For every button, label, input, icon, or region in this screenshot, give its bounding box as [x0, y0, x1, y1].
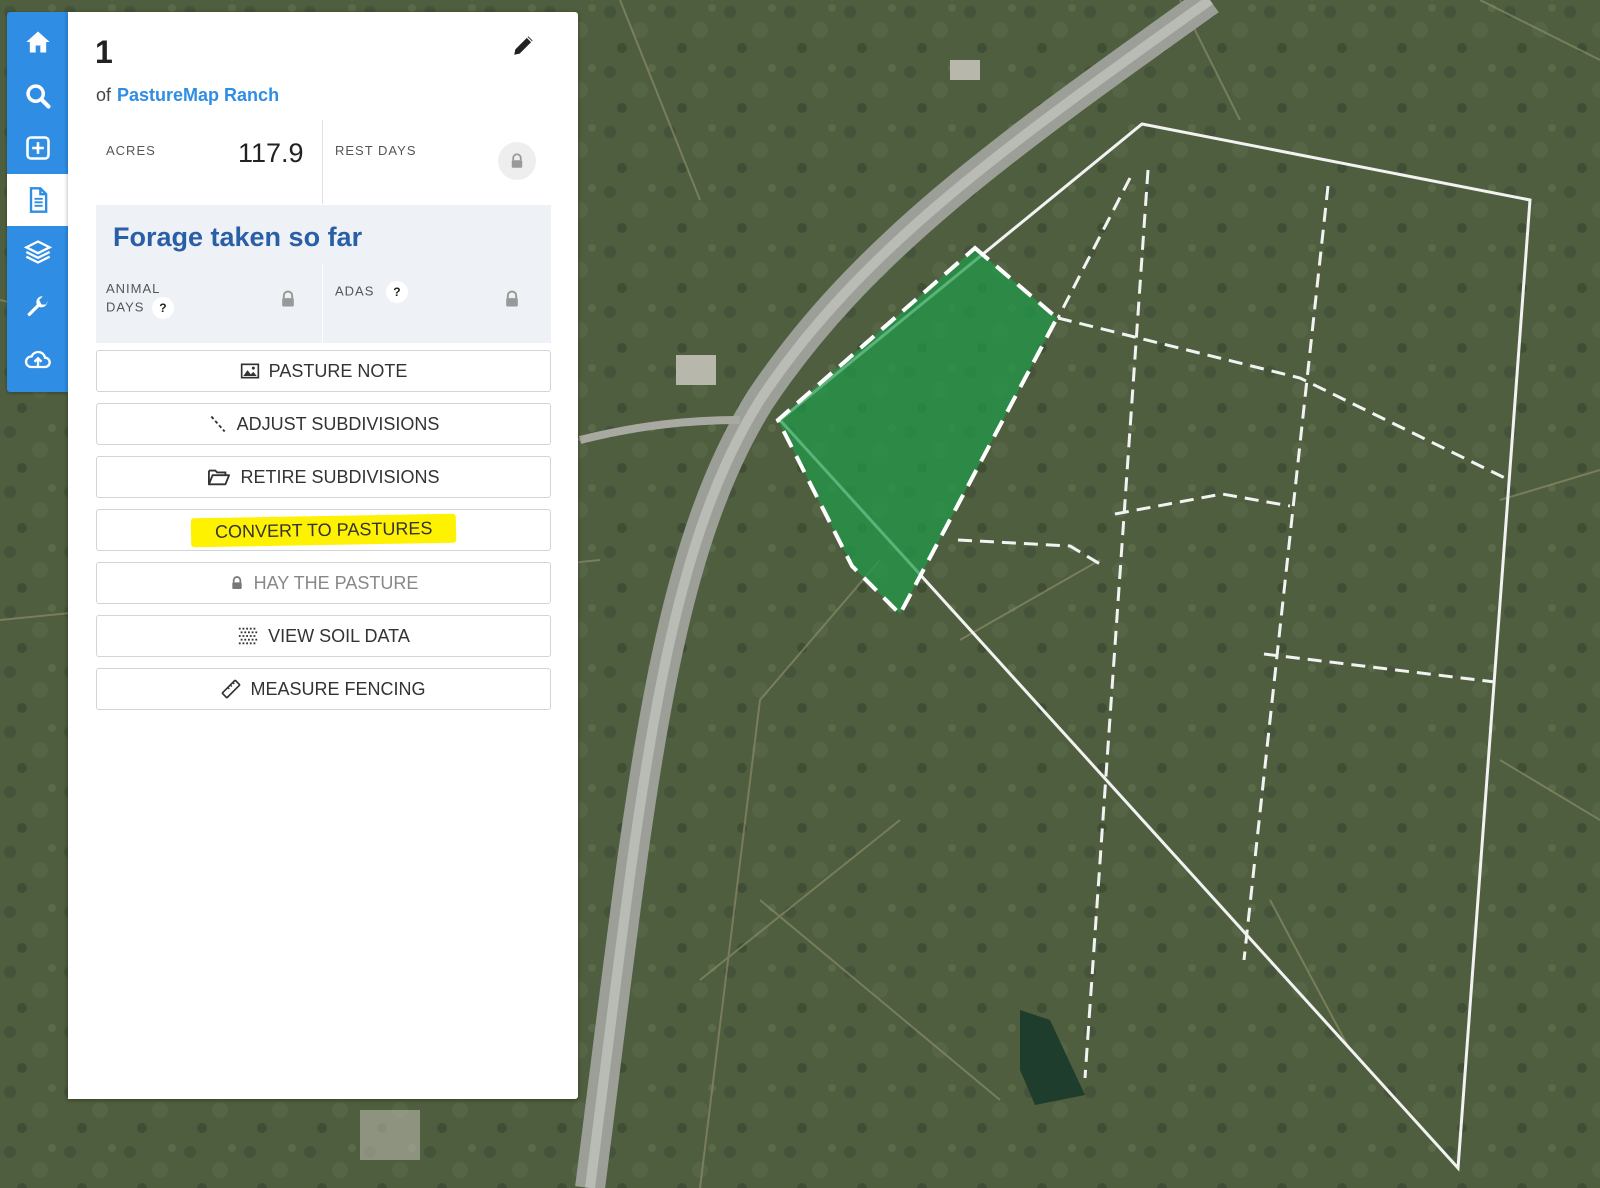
add-button[interactable] [7, 122, 68, 174]
main-toolbar [7, 12, 68, 392]
lock-icon [511, 153, 523, 168]
folder-open-icon [208, 469, 231, 486]
pasture-note-button[interactable]: PASTURE NOTE [96, 350, 551, 392]
rest-days-label: REST DAYS [335, 143, 417, 158]
animal-days-label: ANIMAL DAYS? [106, 281, 175, 319]
image-icon [240, 363, 259, 379]
of-label: of [96, 85, 112, 105]
layers-button[interactable] [7, 226, 68, 278]
ruler-icon [222, 679, 241, 699]
adas-locked[interactable] [502, 289, 522, 309]
wrench-icon [27, 296, 47, 317]
stats-divider [322, 120, 323, 204]
forage-section: Forage taken so far ANIMAL DAYS? ADAS? [96, 205, 551, 343]
adjust-subdivisions-button[interactable]: ADJUST SUBDIVISIONS [96, 403, 551, 445]
pasture-details-button[interactable] [7, 174, 68, 226]
pasture-note-label: PASTURE NOTE [268, 360, 408, 381]
animal-days-locked[interactable] [278, 289, 298, 309]
adjust-subdivisions-label: ADJUST SUBDIVISIONS [236, 413, 440, 434]
animal-days-line2: DAYS [106, 299, 145, 315]
search-icon [25, 84, 51, 109]
hay-the-pasture-label: HAY THE PASTURE [253, 572, 419, 593]
pasture-ranch-line: of PastureMap Ranch [96, 85, 279, 106]
pasture-name: 1 [95, 34, 113, 70]
rest-days-locked[interactable] [498, 142, 536, 180]
forage-divider [322, 263, 323, 343]
adas-text: ADAS [335, 283, 375, 299]
animal-days-line1: ANIMAL [106, 281, 161, 296]
convert-to-pastures-label: CONVERT TO PASTURES [190, 513, 457, 547]
view-soil-data-button[interactable]: VIEW SOIL DATA [96, 615, 551, 657]
acres-value: 117.9 [238, 138, 304, 168]
home-icon [25, 31, 50, 53]
measure-fencing-button[interactable]: MEASURE FENCING [96, 668, 551, 710]
adas-label: ADAS? [335, 281, 409, 303]
cloud-upload-icon [24, 350, 51, 369]
forage-title: Forage taken so far [113, 222, 363, 252]
search-button[interactable] [7, 70, 68, 122]
ranch-link[interactable]: PastureMap Ranch [117, 85, 279, 105]
sync-button[interactable] [7, 334, 68, 386]
layers-icon [23, 240, 52, 264]
document-icon [29, 187, 47, 213]
home-button[interactable] [7, 16, 68, 68]
convert-to-pastures-button[interactable]: CONVERT TO PASTURES [96, 509, 551, 551]
view-soil-data-label: VIEW SOIL DATA [268, 625, 410, 646]
retire-subdivisions-button[interactable]: RETIRE SUBDIVISIONS [96, 456, 551, 498]
hay-the-pasture-button[interactable]: HAY THE PASTURE [96, 562, 551, 604]
edit-pasture-button[interactable] [511, 32, 541, 62]
soil-grid-icon [238, 627, 258, 645]
add-icon [25, 136, 50, 160]
pencil-icon [514, 36, 533, 55]
stats-row: ACRES 117.9 REST DAYS [96, 112, 551, 204]
retire-subdivisions-label: RETIRE SUBDIVISIONS [240, 466, 440, 487]
adas-help-icon[interactable]: ? [386, 281, 409, 303]
acres-label: ACRES [106, 143, 156, 158]
dashed-line-icon [210, 415, 225, 433]
animal-days-help-icon[interactable]: ? [152, 297, 175, 319]
measure-fencing-label: MEASURE FENCING [250, 678, 426, 699]
lock-icon [506, 290, 518, 307]
tools-button[interactable] [7, 282, 68, 334]
lock-icon [231, 576, 242, 589]
lock-icon [282, 290, 294, 307]
pasture-panel: 1 of PastureMap Ranch ACRES 117.9 REST DA… [68, 12, 578, 1099]
